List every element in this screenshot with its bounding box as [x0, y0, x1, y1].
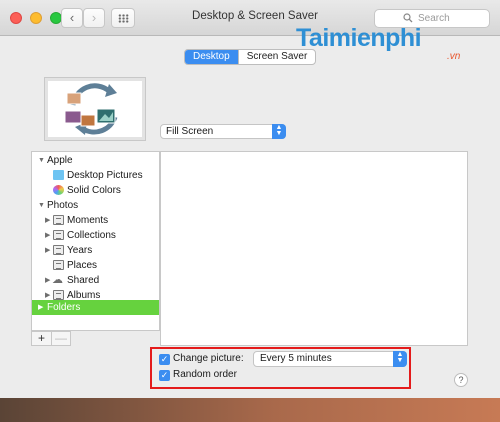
- sidebar-item-solid-colors[interactable]: Solid Colors: [32, 183, 159, 198]
- disclosure-triangle-icon[interactable]: ▶: [45, 273, 50, 288]
- window-title: Desktop & Screen Saver: [192, 10, 318, 22]
- color-wheel-icon: [53, 185, 64, 195]
- disclosure-triangle-icon[interactable]: ▶: [45, 228, 50, 243]
- sidebar-group-apple[interactable]: ▼ Apple: [32, 153, 159, 168]
- preferences-window: ‹ › Desktop & Screen Saver Search Taimie…: [0, 0, 500, 422]
- fit-mode-select[interactable]: Fill Screen ▲ ▼: [160, 124, 286, 139]
- remove-folder-button[interactable]: —: [50, 332, 70, 345]
- grid-icon: [118, 14, 129, 23]
- picture-grid[interactable]: [160, 151, 468, 346]
- close-window-button[interactable]: [10, 12, 22, 24]
- rotating-pictures-icon: [64, 83, 118, 135]
- title-bar: ‹ › Desktop & Screen Saver Search: [0, 0, 500, 36]
- desktop-background: [0, 398, 500, 422]
- album-icon: [53, 245, 64, 255]
- album-icon: [53, 260, 64, 270]
- tab-screen-saver[interactable]: Screen Saver: [237, 50, 316, 64]
- desktop-preview: [44, 77, 146, 141]
- search-icon: [403, 13, 413, 23]
- disclosure-triangle-icon[interactable]: ▶: [45, 213, 50, 228]
- album-icon: [53, 290, 64, 300]
- fit-mode-value: Fill Screen: [166, 126, 214, 137]
- interval-select[interactable]: Every 5 minutes ▲ ▼: [253, 351, 407, 367]
- sidebar-item-shared[interactable]: ▶ ☁ Shared: [32, 273, 159, 288]
- sidebar-group-photos[interactable]: ▼ Photos: [32, 198, 159, 213]
- sidebar-item-desktop-pictures[interactable]: Desktop Pictures: [32, 168, 159, 183]
- sidebar-item-collections[interactable]: ▶ Collections: [32, 228, 159, 243]
- album-icon: [53, 215, 64, 225]
- change-picture-checkbox[interactable]: ✓: [159, 354, 170, 365]
- forward-button[interactable]: ›: [83, 8, 105, 28]
- folder-icon: [53, 170, 64, 180]
- minimize-window-button[interactable]: [30, 12, 42, 24]
- cloud-icon: ☁: [52, 274, 63, 286]
- sidebar-item-moments[interactable]: ▶ Moments: [32, 213, 159, 228]
- updown-arrows-icon: ▲ ▼: [272, 124, 286, 139]
- show-all-button[interactable]: [111, 8, 135, 28]
- help-button[interactable]: ?: [454, 373, 468, 387]
- tab-control: Desktop Screen Saver: [184, 49, 317, 65]
- disclosure-triangle-icon[interactable]: ▶: [45, 243, 50, 258]
- sidebar-item-years[interactable]: ▶ Years: [32, 243, 159, 258]
- tab-desktop[interactable]: Desktop: [185, 50, 238, 64]
- disclosure-triangle-icon[interactable]: ▼: [38, 198, 45, 213]
- album-icon: [53, 230, 64, 240]
- add-remove-control: + —: [31, 331, 71, 346]
- search-placeholder: Search: [418, 13, 450, 24]
- disclosure-triangle-icon[interactable]: ▼: [38, 153, 45, 168]
- sidebar-group-folders[interactable]: ▶ Folders: [32, 300, 159, 315]
- back-button[interactable]: ‹: [61, 8, 83, 28]
- disclosure-triangle-icon[interactable]: ▶: [38, 300, 43, 315]
- sidebar-item-places[interactable]: Places: [32, 258, 159, 273]
- random-order-label: Random order: [173, 369, 237, 380]
- add-folder-button[interactable]: +: [32, 332, 51, 345]
- watermark-logo: Taimienphi: [296, 24, 422, 52]
- interval-value: Every 5 minutes: [260, 353, 332, 364]
- random-order-checkbox[interactable]: ✓: [159, 370, 170, 381]
- source-list: ▼ Apple Desktop Pictures Solid Colors ▼ …: [31, 151, 160, 331]
- watermark-domain: .vn: [447, 51, 461, 62]
- change-picture-label: Change picture:: [173, 353, 244, 364]
- updown-arrows-icon: ▲ ▼: [393, 351, 407, 367]
